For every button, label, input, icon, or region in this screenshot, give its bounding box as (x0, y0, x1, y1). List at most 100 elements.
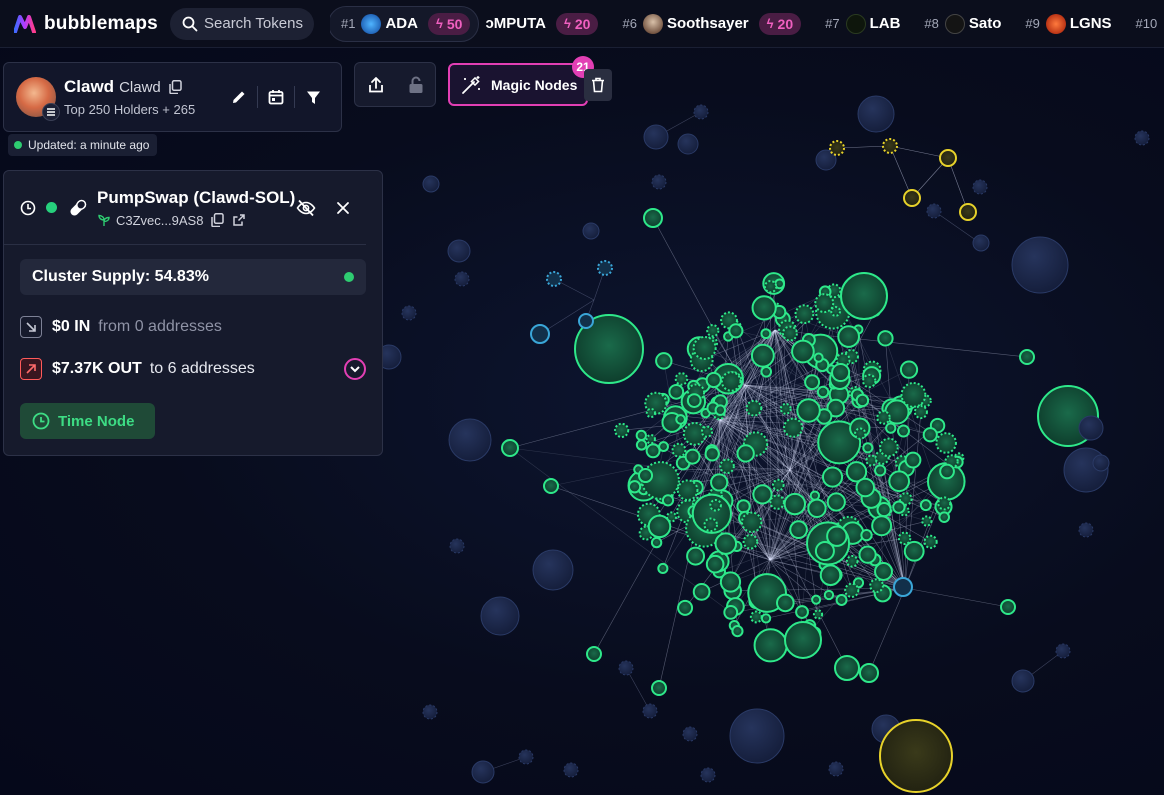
holder-bubble[interactable] (449, 538, 465, 554)
holder-bubble[interactable] (676, 479, 699, 501)
holder-bubble[interactable] (893, 577, 913, 597)
filter-button[interactable] (295, 79, 331, 115)
holder-bubble[interactable] (972, 234, 990, 252)
holder-bubble[interactable] (904, 451, 922, 469)
holder-bubble[interactable] (645, 407, 656, 419)
holder-bubble[interactable] (530, 324, 550, 344)
holder-bubble[interactable] (668, 383, 685, 400)
holder-bubble[interactable] (939, 149, 957, 167)
holder-bubble[interactable] (874, 464, 887, 477)
holder-bubble[interactable] (729, 708, 785, 764)
holder-bubbles[interactable] (376, 95, 1150, 793)
holder-bubble[interactable] (651, 174, 667, 190)
holder-bubble[interactable] (804, 374, 821, 391)
holder-bubble[interactable] (700, 425, 714, 438)
holder-bubble[interactable] (937, 496, 952, 511)
holder-bubble[interactable] (789, 520, 808, 539)
ticker-item-computa[interactable]: ɔMPUTA ϟ 20 (479, 6, 610, 42)
holder-bubble[interactable] (763, 280, 778, 294)
holder-bubble[interactable] (779, 402, 792, 415)
holder-bubble[interactable] (938, 511, 951, 523)
ticker-item-ada[interactable]: #1 ADA ϟ 50 (330, 5, 480, 42)
holder-bubble[interactable] (677, 133, 699, 155)
holder-bubble[interactable] (783, 417, 804, 438)
holder-bubble[interactable] (855, 393, 870, 408)
expand-outflow-button[interactable] (344, 358, 366, 380)
holder-bubble[interactable] (796, 398, 821, 423)
holder-bubble[interactable] (829, 140, 845, 156)
holder-bubble[interactable] (675, 414, 686, 425)
share-icon[interactable] (367, 76, 385, 94)
holder-bubble[interactable] (903, 540, 925, 562)
holder-bubble[interactable] (532, 549, 574, 591)
holder-bubble[interactable] (586, 646, 602, 662)
holder-bubble[interactable] (781, 325, 798, 342)
holder-bubble[interactable] (635, 429, 647, 442)
holder-bubble[interactable] (1078, 522, 1094, 538)
holder-bubble[interactable] (879, 437, 899, 458)
holder-bubble[interactable] (736, 499, 751, 514)
holder-bubble[interactable] (922, 427, 938, 443)
holder-bubble[interactable] (674, 372, 689, 386)
holder-bubble[interactable] (742, 533, 759, 550)
holder-bubble[interactable] (959, 203, 977, 221)
holder-bubble[interactable] (749, 610, 763, 624)
holder-bubble[interactable] (935, 432, 957, 454)
close-icon[interactable] (336, 201, 350, 215)
holder-bubble[interactable] (582, 222, 600, 240)
holder-bubble[interactable] (879, 719, 953, 793)
holder-bubble[interactable] (543, 478, 559, 494)
holder-bubble[interactable] (897, 531, 912, 546)
holder-bubble[interactable] (919, 499, 932, 512)
holder-bubble[interactable] (720, 371, 742, 392)
holder-bubble[interactable] (705, 554, 725, 574)
holder-bubble[interactable] (501, 439, 519, 457)
holder-bubble[interactable] (760, 613, 772, 624)
holder-bubble[interactable] (807, 498, 827, 518)
hide-eye-icon[interactable] (296, 199, 316, 217)
holder-bubble[interactable] (837, 325, 860, 348)
holder-bubble[interactable] (1078, 415, 1104, 441)
holder-bubble[interactable] (913, 405, 928, 420)
holder-bubble[interactable] (776, 593, 795, 613)
holder-bubble[interactable] (784, 621, 822, 659)
holder-bubble[interactable] (1134, 130, 1150, 146)
holder-bubble[interactable] (518, 749, 534, 765)
holder-bubble[interactable] (858, 545, 877, 564)
holder-bubble[interactable] (692, 582, 711, 601)
holder-bubble[interactable] (1055, 643, 1071, 659)
holder-bubble[interactable] (823, 589, 835, 601)
holder-bubble[interactable] (869, 578, 884, 593)
holder-bubble[interactable] (618, 660, 634, 676)
holder-bubble[interactable] (972, 179, 988, 195)
holder-bubble[interactable] (794, 304, 815, 325)
holder-bubble[interactable] (643, 208, 663, 228)
holder-bubble[interactable] (655, 352, 673, 370)
holder-bubble[interactable] (627, 480, 642, 494)
holder-bubble[interactable] (750, 343, 775, 368)
holder-bubble[interactable] (728, 323, 744, 339)
holder-bubble[interactable] (736, 444, 755, 463)
holder-bubble[interactable] (926, 203, 942, 219)
holder-bubble[interactable] (814, 293, 835, 314)
holder-bubble[interactable] (809, 490, 821, 501)
holder-bubble[interactable] (831, 362, 851, 383)
holder-bubble[interactable] (745, 399, 763, 417)
edit-button[interactable] (221, 79, 257, 115)
holder-bubble[interactable] (795, 605, 809, 619)
holder-bubble[interactable] (1011, 669, 1035, 693)
brand[interactable]: bubblemaps (14, 13, 164, 35)
holder-bubble[interactable] (637, 467, 654, 484)
holder-bubble[interactable] (845, 554, 859, 568)
holder-bubble[interactable] (597, 260, 613, 276)
holder-bubble[interactable] (647, 514, 672, 539)
lock-icon[interactable] (408, 76, 424, 94)
holder-bubble[interactable] (546, 271, 562, 287)
holder-bubble[interactable] (650, 536, 663, 549)
ticker-item-soothsayer[interactable]: #6 Soothsayer ϟ 20 (610, 6, 813, 42)
holder-bubble[interactable] (684, 448, 701, 465)
holder-bubble[interactable] (939, 463, 955, 480)
holder-bubble[interactable] (862, 442, 874, 454)
holder-bubble[interactable] (840, 272, 888, 320)
holder-bubble[interactable] (709, 498, 722, 512)
